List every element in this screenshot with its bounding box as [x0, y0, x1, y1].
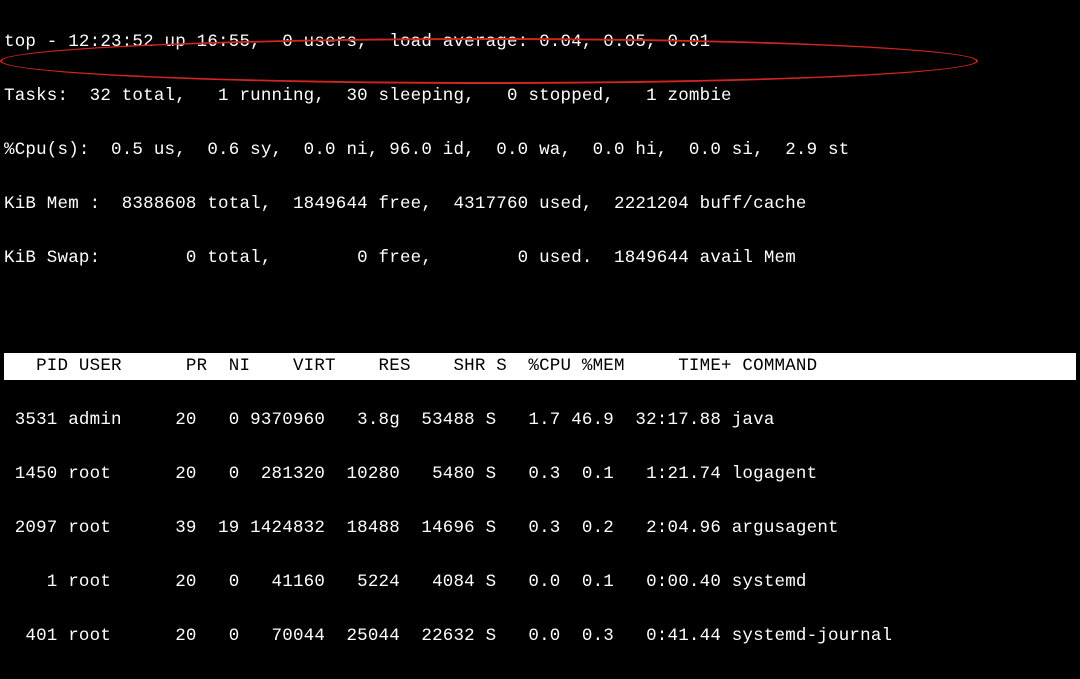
terminal-output[interactable]: top - 12:23:52 up 16:55, 0 users, load a… — [0, 0, 1080, 679]
summary-line-2: Tasks: 32 total, 1 running, 30 sleeping,… — [4, 83, 1076, 110]
process-row: 401 root 20 0 70044 25044 22632 S 0.0 0.… — [4, 623, 1076, 650]
process-row: 1450 root 20 0 281320 10280 5480 S 0.3 0… — [4, 461, 1076, 488]
process-row: 2097 root 39 19 1424832 18488 14696 S 0.… — [4, 515, 1076, 542]
process-row: 1 root 20 0 41160 5224 4084 S 0.0 0.1 0:… — [4, 569, 1076, 596]
process-row: 3531 admin 20 0 9370960 3.8g 53488 S 1.7… — [4, 407, 1076, 434]
blank-line — [4, 299, 1076, 326]
summary-line-mem: KiB Mem : 8388608 total, 1849644 free, 4… — [4, 191, 1076, 218]
process-table-header: PID USER PR NI VIRT RES SHR S %CPU %MEM … — [4, 353, 1076, 380]
summary-line-1: top - 12:23:52 up 16:55, 0 users, load a… — [4, 29, 1076, 56]
summary-line-cpu: %Cpu(s): 0.5 us, 0.6 sy, 0.0 ni, 96.0 id… — [4, 137, 1076, 164]
summary-line-swap: KiB Swap: 0 total, 0 free, 0 used. 18496… — [4, 245, 1076, 272]
